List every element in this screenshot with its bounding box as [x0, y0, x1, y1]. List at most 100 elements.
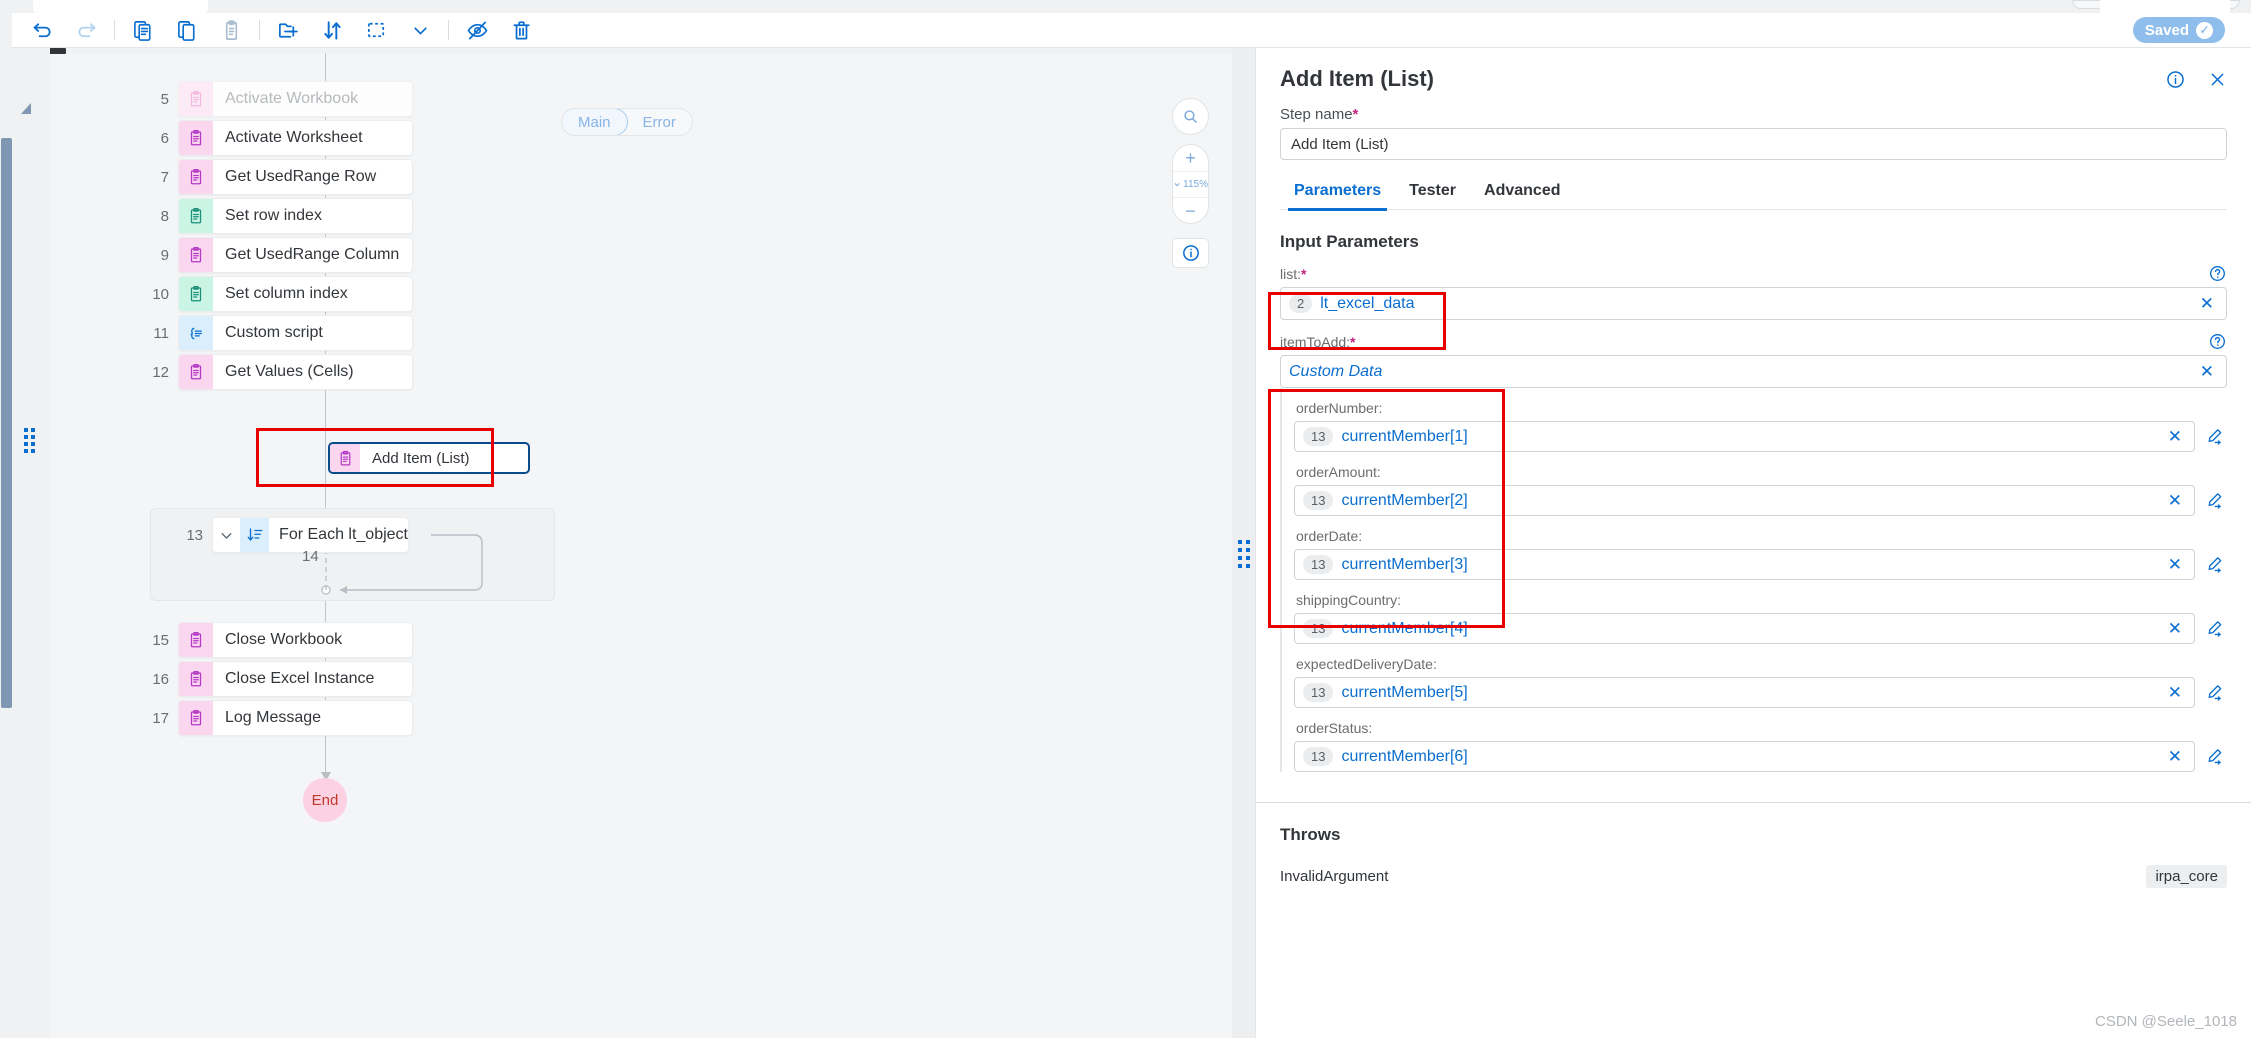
tab-parameters[interactable]: Parameters — [1280, 182, 1395, 211]
clear-icon[interactable]: ✕ — [2164, 427, 2186, 447]
step-name-input[interactable]: Add Item (List) — [1280, 128, 2227, 160]
help-icon[interactable] — [2208, 264, 2227, 288]
zoom-out-icon[interactable]: − — [1173, 198, 1208, 224]
parameter-value-itemtoadd[interactable]: Custom Data ✕ — [1280, 355, 2227, 388]
clear-icon[interactable]: ✕ — [2164, 747, 2186, 767]
step-card[interactable]: Get UsedRange Row — [178, 159, 413, 195]
select-area-icon[interactable] — [354, 14, 398, 46]
subfield-value[interactable]: 13 currentMember[4] ✕ — [1294, 613, 2195, 644]
subfield-value[interactable]: 13 currentMember[6] ✕ — [1294, 741, 2195, 772]
panel-resize-handle[interactable] — [1238, 540, 1250, 568]
workflow-step[interactable]: 11 Custom script — [144, 315, 413, 351]
subfield-label: orderDate: — [1296, 528, 1363, 544]
workflow-step[interactable]: 7 Get UsedRange Row — [144, 159, 413, 195]
scrollbar-thumb[interactable] — [1, 138, 12, 708]
tab-error[interactable]: Error — [627, 109, 692, 135]
type-chip: 13 — [1303, 555, 1334, 574]
workflow-step[interactable]: 5 Activate Workbook — [144, 81, 413, 117]
delete-icon[interactable] — [499, 14, 543, 46]
workflow-step[interactable]: 16 Close Excel Instance — [144, 661, 413, 697]
clear-icon[interactable]: ✕ — [2164, 683, 2186, 703]
subfield-value[interactable]: 13 currentMember[2] ✕ — [1294, 485, 2195, 516]
step-card[interactable]: Activate Worksheet — [178, 120, 413, 156]
throws-name: InvalidArgument — [1280, 868, 1389, 885]
step-card[interactable]: Set column index — [178, 276, 413, 312]
close-icon[interactable] — [2208, 70, 2227, 89]
subfield-value[interactable]: 13 currentMember[5] ✕ — [1294, 677, 2195, 708]
redo-icon[interactable] — [64, 14, 108, 46]
step-card[interactable]: Custom script — [178, 315, 413, 351]
subfield-value-text: currentMember[6] — [1341, 747, 1468, 765]
zoom-in-icon[interactable]: + — [1173, 145, 1208, 171]
search-icon[interactable] — [1172, 98, 1209, 135]
workflow-step[interactable]: 6 Activate Worksheet — [144, 120, 413, 156]
workflow-step[interactable]: 10 Set column index — [144, 276, 413, 312]
clipboard-icon — [179, 701, 213, 735]
help-icon[interactable] — [2208, 332, 2227, 356]
toolbar-left-rail — [0, 12, 12, 48]
edit-pencil-icon[interactable] — [2205, 619, 2227, 638]
parameter-value-list[interactable]: 2 lt_excel_data ✕ — [1280, 287, 2227, 320]
sort-icon[interactable] — [310, 14, 354, 46]
workflow-step[interactable]: 9 Get UsedRange Column — [144, 237, 413, 273]
subfield-value[interactable]: 13 currentMember[1] ✕ — [1294, 421, 2195, 452]
clear-icon[interactable]: ✕ — [2196, 362, 2218, 382]
type-chip: 2 — [1289, 294, 1313, 313]
required-asterisk: * — [1350, 334, 1356, 350]
edit-pencil-icon[interactable] — [2205, 747, 2227, 766]
step-card-selected[interactable]: Add Item (List) — [328, 442, 530, 474]
step-card[interactable]: Activate Workbook — [178, 81, 413, 117]
copy-icon[interactable] — [121, 14, 165, 46]
type-chip: 13 — [1303, 683, 1334, 702]
duplicate-icon[interactable] — [165, 14, 209, 46]
clear-icon[interactable]: ✕ — [2164, 619, 2186, 639]
subfield-label: orderStatus: — [1296, 720, 1373, 736]
workflow-step[interactable]: 12 Get Values (Cells) — [144, 354, 413, 390]
edit-pencil-icon[interactable] — [2205, 683, 2227, 702]
undo-icon[interactable] — [20, 14, 64, 46]
subfield-controls: 13 currentMember[1] ✕ — [1294, 421, 2227, 452]
step-card[interactable]: Log Message — [178, 700, 413, 736]
edit-pencil-icon[interactable] — [2205, 491, 2227, 510]
workflow-step[interactable]: 17 Log Message — [144, 700, 413, 736]
zoom-controls[interactable]: + 115% − — [1172, 144, 1209, 224]
edit-pencil-icon[interactable] — [2205, 427, 2227, 446]
foreach-loop-header[interactable]: 13 For Each lt_object — [178, 517, 409, 553]
step-card[interactable]: Set row index — [178, 198, 413, 234]
clear-icon[interactable]: ✕ — [2164, 491, 2186, 511]
clear-icon[interactable]: ✕ — [2164, 555, 2186, 575]
workflow-step[interactable]: 8 Set row index — [144, 198, 413, 234]
subfield-label: expectedDeliveryDate: — [1296, 656, 1437, 672]
step-number: 16 — [152, 670, 169, 688]
hide-icon[interactable] — [455, 14, 499, 46]
step-label: Close Workbook — [225, 631, 343, 648]
canvas-drag-handle[interactable] — [24, 428, 35, 453]
paste-icon[interactable] — [209, 14, 253, 46]
end-node[interactable]: End — [303, 778, 347, 822]
info-icon[interactable] — [1172, 238, 1209, 268]
clear-icon[interactable]: ✕ — [2196, 294, 2218, 314]
workflow-step[interactable]: 15 Close Workbook — [144, 622, 413, 658]
new-group-icon[interactable] — [266, 14, 310, 46]
subfield-value[interactable]: 13 currentMember[3] ✕ — [1294, 549, 2195, 580]
branch-tabs[interactable]: Main Error — [561, 108, 693, 136]
zoom-level-label: 115% — [1183, 179, 1208, 190]
edit-pencil-icon[interactable] — [2205, 555, 2227, 574]
chevron-down-icon[interactable] — [398, 14, 442, 46]
tab-main[interactable]: Main — [561, 109, 628, 135]
step-number: 6 — [160, 129, 169, 147]
zoom-level[interactable]: 115% — [1173, 171, 1208, 198]
step-card[interactable]: Close Excel Instance — [178, 661, 413, 697]
info-icon[interactable] — [2165, 69, 2186, 90]
collapse-arrow-icon[interactable] — [21, 103, 31, 114]
step-card[interactable]: Get Values (Cells) — [178, 354, 413, 390]
tab-advanced[interactable]: Advanced — [1470, 182, 1574, 209]
step-label: Set column index — [225, 285, 348, 302]
step-card[interactable]: Close Workbook — [178, 622, 413, 658]
tab-tester[interactable]: Tester — [1395, 182, 1470, 209]
step-card[interactable]: Get UsedRange Column — [178, 237, 413, 273]
chevron-down-icon[interactable] — [213, 518, 240, 552]
clipboard-icon — [179, 160, 213, 194]
workflow-canvas[interactable]: 5 Activate Workbook 6 Activate Worksheet — [0, 48, 1255, 1038]
canvas-vertical-scrollbar[interactable] — [0, 48, 14, 1038]
